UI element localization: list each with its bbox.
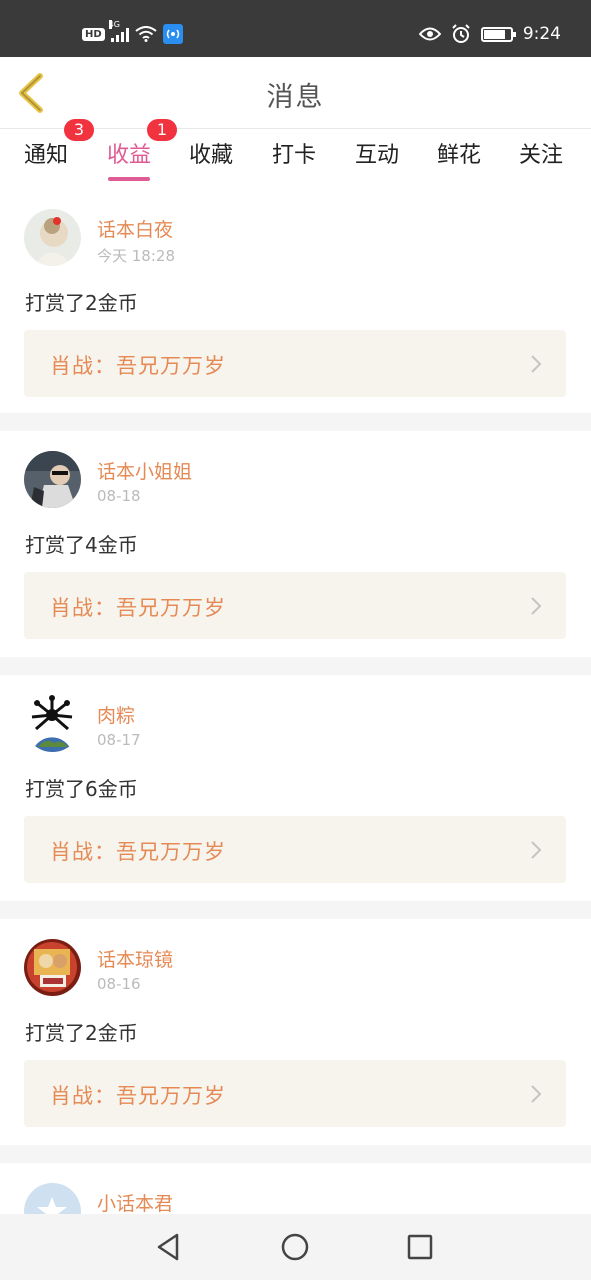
message-text: 打赏了2金币 — [25, 291, 138, 315]
app-bar: 消息 — [0, 57, 591, 129]
work-link[interactable]: 肖战：吾兄万万岁 — [24, 1060, 566, 1127]
work-link[interactable]: 肖战：吾兄万万岁 — [24, 330, 566, 397]
status-icons-right: 9:24 — [418, 22, 561, 46]
tab-label: 收藏 — [189, 143, 234, 168]
message-text: 打赏了6金币 — [25, 777, 138, 801]
tab-interaction[interactable]: 互动 — [355, 137, 399, 169]
battery-icon — [480, 26, 516, 42]
notification-badge: 1 — [147, 119, 178, 141]
username[interactable]: 小话本君 — [97, 1189, 173, 1214]
timestamp: 08-18 — [97, 487, 141, 505]
timestamp: 08-16 — [97, 975, 141, 993]
tab-label: 通知 — [24, 143, 69, 168]
notification-badge: 3 — [64, 119, 95, 141]
tab-checkin[interactable]: 打卡 — [272, 137, 316, 169]
username[interactable]: 话本白夜 — [97, 215, 173, 242]
message-card: 话本琼镜 08-16 打赏了2金币 肖战：吾兄万万岁 — [0, 919, 591, 1145]
clock: 9:24 — [522, 24, 561, 44]
username[interactable]: 肉粽 — [97, 701, 135, 728]
timestamp: 今天 18:28 — [97, 247, 175, 265]
work-link[interactable]: 肖战：吾兄万万岁 — [24, 816, 566, 883]
page-title: 消息 — [266, 82, 325, 113]
message-card: 小话本君 — [0, 1163, 591, 1214]
cell-signal-icon: 4G — [108, 20, 129, 42]
message-card: 话本白夜 今天 18:28 打赏了2金币 肖战：吾兄万万岁 — [0, 189, 591, 413]
chevron-right-icon — [531, 355, 542, 373]
wifi-icon — [135, 26, 157, 42]
message-card: 话本小姐姐 08-18 打赏了4金币 肖战：吾兄万万岁 — [0, 431, 591, 657]
work-title: 肖战：吾兄万万岁 — [50, 840, 226, 864]
message-text: 打赏了2金币 — [25, 1021, 138, 1045]
active-tab-indicator — [108, 177, 151, 181]
hd-icon: HD — [82, 27, 105, 41]
nav-home-icon[interactable] — [279, 1231, 311, 1263]
chevron-right-icon — [531, 1085, 542, 1103]
category-tabs: 通知 3 收益 1 收藏 打卡 互动 鲜花 关注 — [0, 119, 591, 189]
avatar[interactable] — [24, 209, 81, 266]
tab-follows[interactable]: 关注 — [519, 137, 563, 169]
avatar[interactable] — [24, 451, 81, 508]
tab-earnings[interactable]: 收益 1 — [107, 119, 178, 181]
tab-label: 打卡 — [272, 143, 317, 168]
username[interactable]: 话本小姐姐 — [97, 457, 192, 484]
system-nav-bar — [0, 1214, 591, 1280]
tab-favorites[interactable]: 收藏 — [189, 137, 233, 169]
tab-label: 关注 — [519, 143, 564, 168]
work-title: 肖战：吾兄万万岁 — [50, 1084, 226, 1108]
tab-label: 收益 — [107, 143, 152, 168]
tab-label: 互动 — [355, 143, 400, 168]
nav-recents-icon[interactable] — [404, 1231, 436, 1263]
work-title: 肖战：吾兄万万岁 — [50, 354, 226, 378]
tab-label: 鲜花 — [437, 143, 482, 168]
message-card: 肉粽 08-17 打赏了6金币 肖战：吾兄万万岁 — [0, 675, 591, 901]
avatar[interactable] — [24, 695, 81, 752]
timestamp: 08-17 — [97, 731, 141, 749]
status-bar: HD 4G 9:24 — [0, 0, 591, 57]
tab-flowers[interactable]: 鲜花 — [437, 137, 481, 169]
chevron-right-icon — [531, 597, 542, 615]
message-list[interactable]: 话本白夜 今天 18:28 打赏了2金币 肖战：吾兄万万岁 话本小姐姐 08-1… — [0, 189, 591, 1214]
network-type: 4G — [108, 20, 120, 29]
tab-notifications[interactable]: 通知 3 — [24, 119, 95, 169]
hotspot-icon — [162, 24, 183, 44]
nav-back-icon[interactable] — [153, 1231, 185, 1263]
message-text: 打赏了4金币 — [25, 533, 138, 557]
eye-icon — [418, 27, 441, 41]
avatar[interactable] — [24, 1183, 81, 1214]
status-icons-left: HD 4G — [82, 20, 183, 46]
alarm-icon — [452, 24, 470, 43]
username[interactable]: 话本琼镜 — [97, 945, 173, 972]
avatar[interactable] — [24, 939, 81, 996]
work-link[interactable]: 肖战：吾兄万万岁 — [24, 572, 566, 639]
work-title: 肖战：吾兄万万岁 — [50, 596, 226, 620]
chevron-right-icon — [531, 841, 542, 859]
